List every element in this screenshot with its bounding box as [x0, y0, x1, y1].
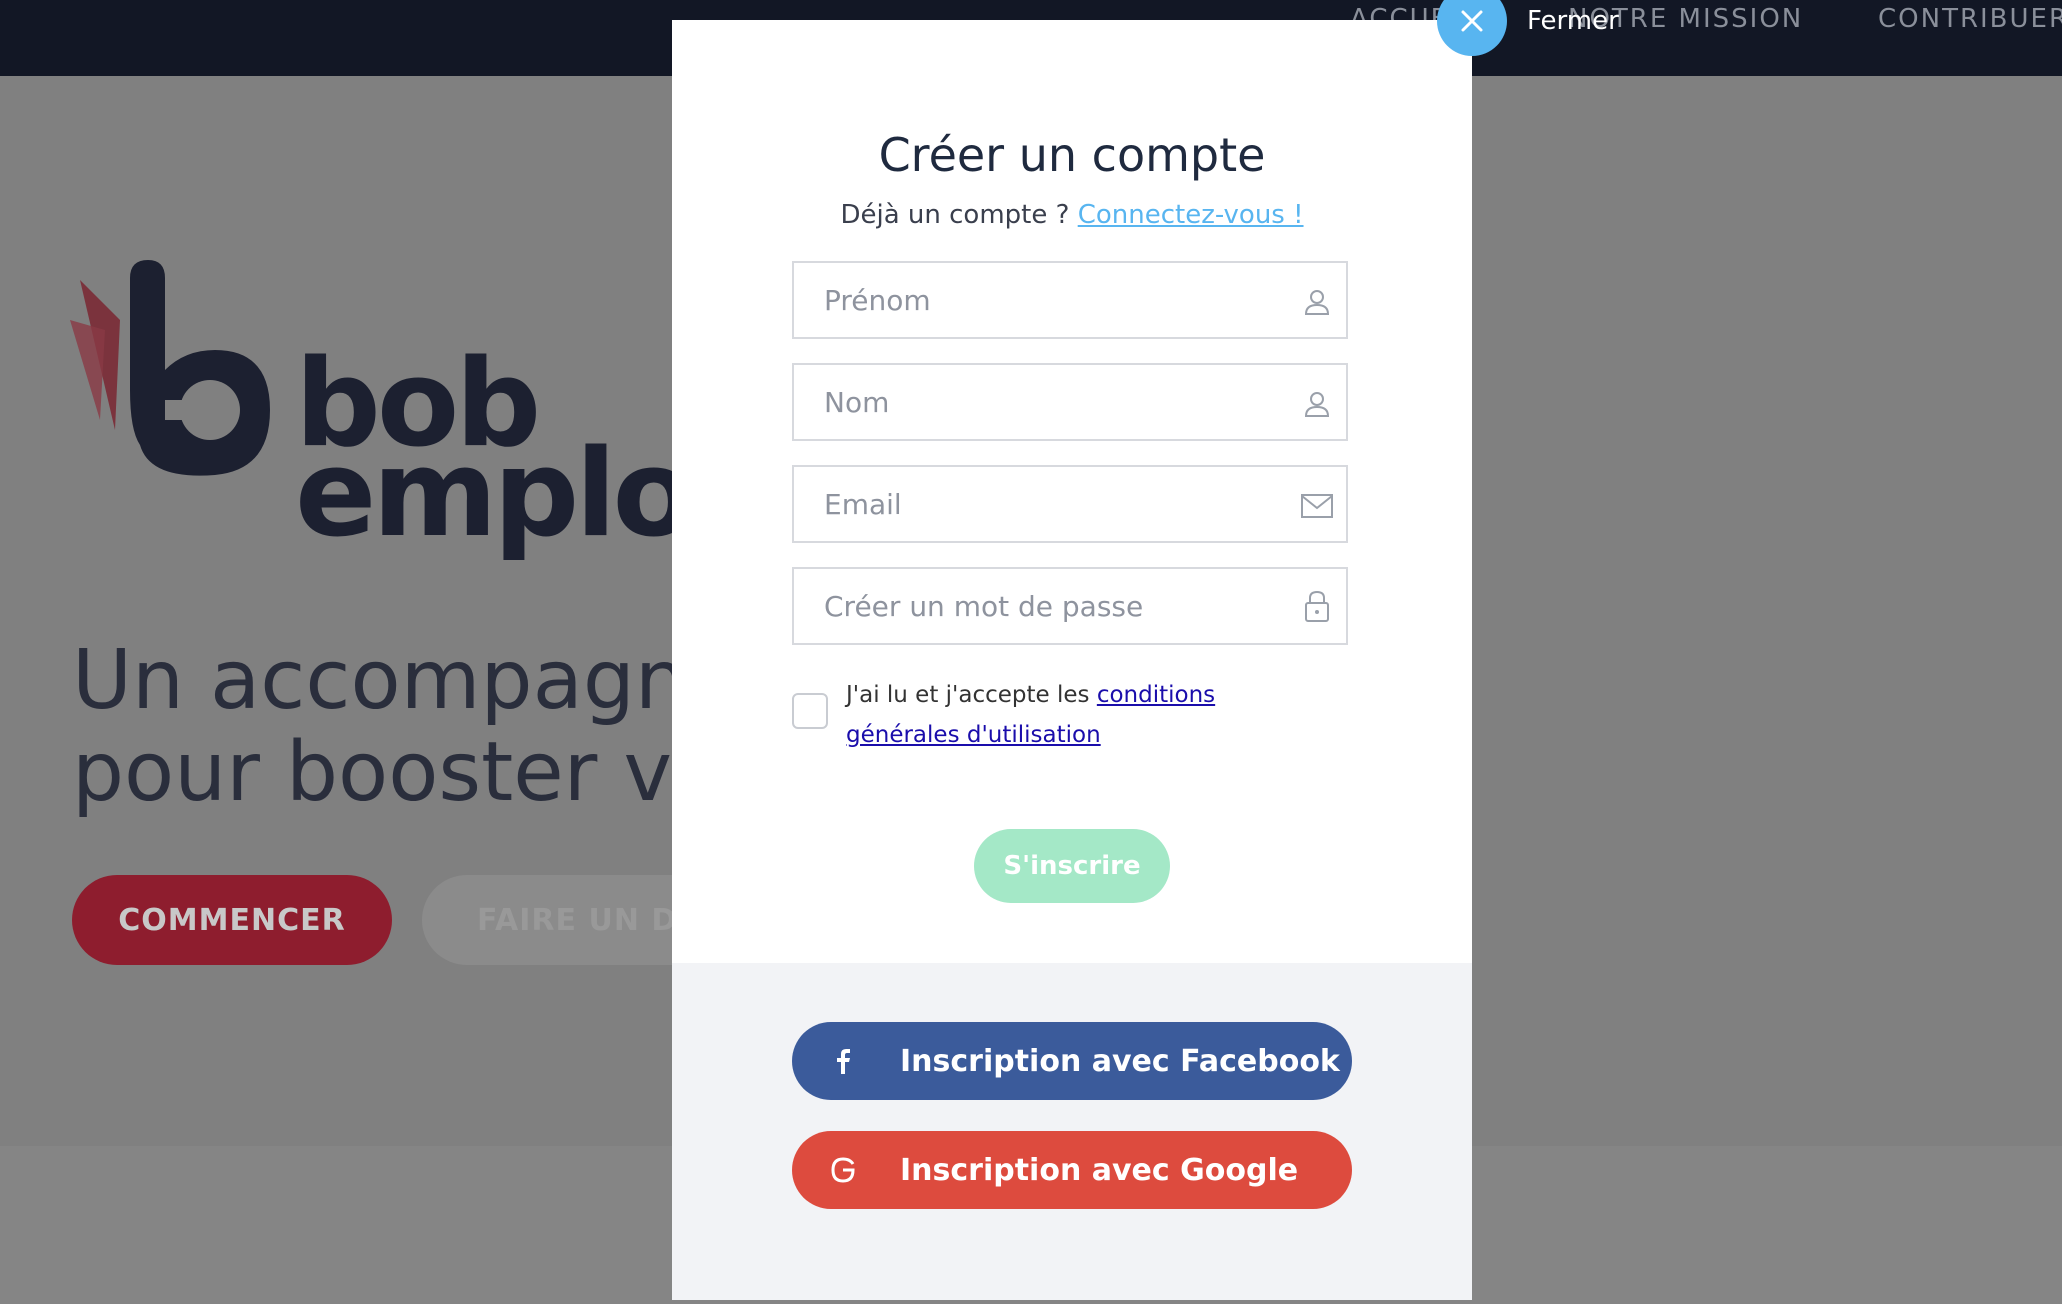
lastname-input[interactable]: [794, 365, 1264, 439]
close-label[interactable]: Fermer: [1527, 6, 1619, 36]
signup-submit-button[interactable]: S'inscrire: [974, 829, 1170, 903]
google-signup-button[interactable]: Inscription avec Google: [792, 1131, 1352, 1209]
signup-modal: Créer un compte Déjà un compte ? Connect…: [672, 20, 1472, 1300]
modal-subtitle: Déjà un compte ? Connectez-vous !: [672, 200, 1472, 230]
google-signup-label: Inscription avec Google: [900, 1152, 1299, 1188]
terms-label: J'ai lu et j'accepte les conditions géné…: [846, 675, 1316, 755]
subtitle-text: Déjà un compte ?: [840, 200, 1070, 230]
firstname-input[interactable]: [794, 263, 1264, 337]
google-icon: [831, 1157, 855, 1183]
facebook-icon: [837, 1049, 850, 1074]
terms-text: J'ai lu et j'accepte les: [846, 682, 1090, 708]
lock-icon: [1305, 590, 1329, 622]
lastname-field: [792, 363, 1348, 441]
facebook-signup-button[interactable]: Inscription avec Facebook: [792, 1022, 1352, 1100]
password-input[interactable]: [794, 569, 1264, 643]
user-icon: [1304, 392, 1330, 417]
nav-item-contribuer[interactable]: CONTRIBUER: [1878, 4, 2062, 34]
terms-checkbox[interactable]: [792, 693, 828, 729]
bob-logo-icon: [70, 260, 270, 476]
password-field: [792, 567, 1348, 645]
user-icon: [1304, 290, 1330, 315]
login-link[interactable]: Connectez-vous !: [1078, 200, 1304, 230]
envelope-icon: [1301, 494, 1333, 518]
start-button[interactable]: COMMENCER: [72, 875, 392, 965]
email-input[interactable]: [794, 467, 1264, 541]
email-field: [792, 465, 1348, 543]
modal-title: Créer un compte: [878, 128, 1266, 182]
logo-text-emploi: emploi: [295, 425, 732, 564]
firstname-field: [792, 261, 1348, 339]
facebook-signup-label: Inscription avec Facebook: [900, 1043, 1340, 1079]
close-icon: [1461, 10, 1483, 32]
